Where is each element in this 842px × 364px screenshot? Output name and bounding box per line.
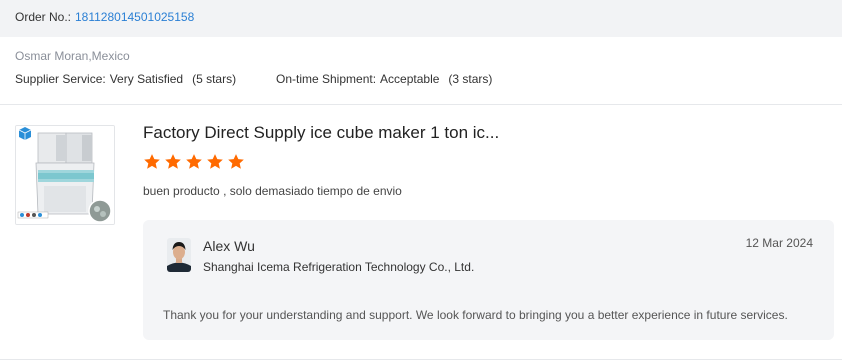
- reply-company-name: Shanghai Icema Refrigeration Technology …: [203, 260, 475, 274]
- product-title-link[interactable]: Factory Direct Supply ice cube maker 1 t…: [143, 123, 499, 143]
- supplier-reply-box: Alex Wu Shanghai Icema Refrigeration Tec…: [143, 220, 834, 340]
- reply-date: 12 Mar 2024: [745, 236, 813, 250]
- rating-value: Acceptable: [380, 72, 440, 86]
- supplier-service-rating: Supplier Service: Very Satisfied (5 stars): [15, 72, 236, 86]
- on-time-shipment-rating: On-time Shipment: Acceptable (3 stars): [276, 72, 492, 86]
- rating-stars-text: (5 stars): [192, 72, 237, 86]
- rating-label: On-time Shipment:: [276, 72, 377, 86]
- reply-author-name: Alex Wu: [203, 238, 255, 254]
- star-icon: [186, 154, 202, 169]
- review-comment: buen producto , solo demasiado tiempo de…: [143, 184, 402, 198]
- rating-stars-text: (3 stars): [448, 72, 493, 86]
- product-thumbnail[interactable]: [15, 125, 115, 225]
- avatar: [167, 238, 191, 272]
- order-label: Order No.:: [15, 10, 72, 24]
- divider: [0, 359, 842, 360]
- product-star-rating: [143, 153, 245, 171]
- buyer-name: Osmar Moran,Mexico: [15, 49, 130, 63]
- order-number-link[interactable]: 181128014501025158: [75, 10, 194, 24]
- rating-label: Supplier Service:: [15, 72, 106, 86]
- ice-machine-thumbnail-icon: [16, 126, 114, 224]
- order-bar: Order No.: 181128014501025158: [0, 0, 842, 37]
- star-icon: [207, 154, 223, 169]
- rating-value: Very Satisfied: [109, 72, 184, 86]
- star-icon: [165, 154, 181, 169]
- reply-text: Thank you for your understanding and sup…: [163, 308, 788, 322]
- star-icon: [228, 154, 244, 169]
- divider: [0, 104, 842, 105]
- star-icon: [144, 154, 160, 169]
